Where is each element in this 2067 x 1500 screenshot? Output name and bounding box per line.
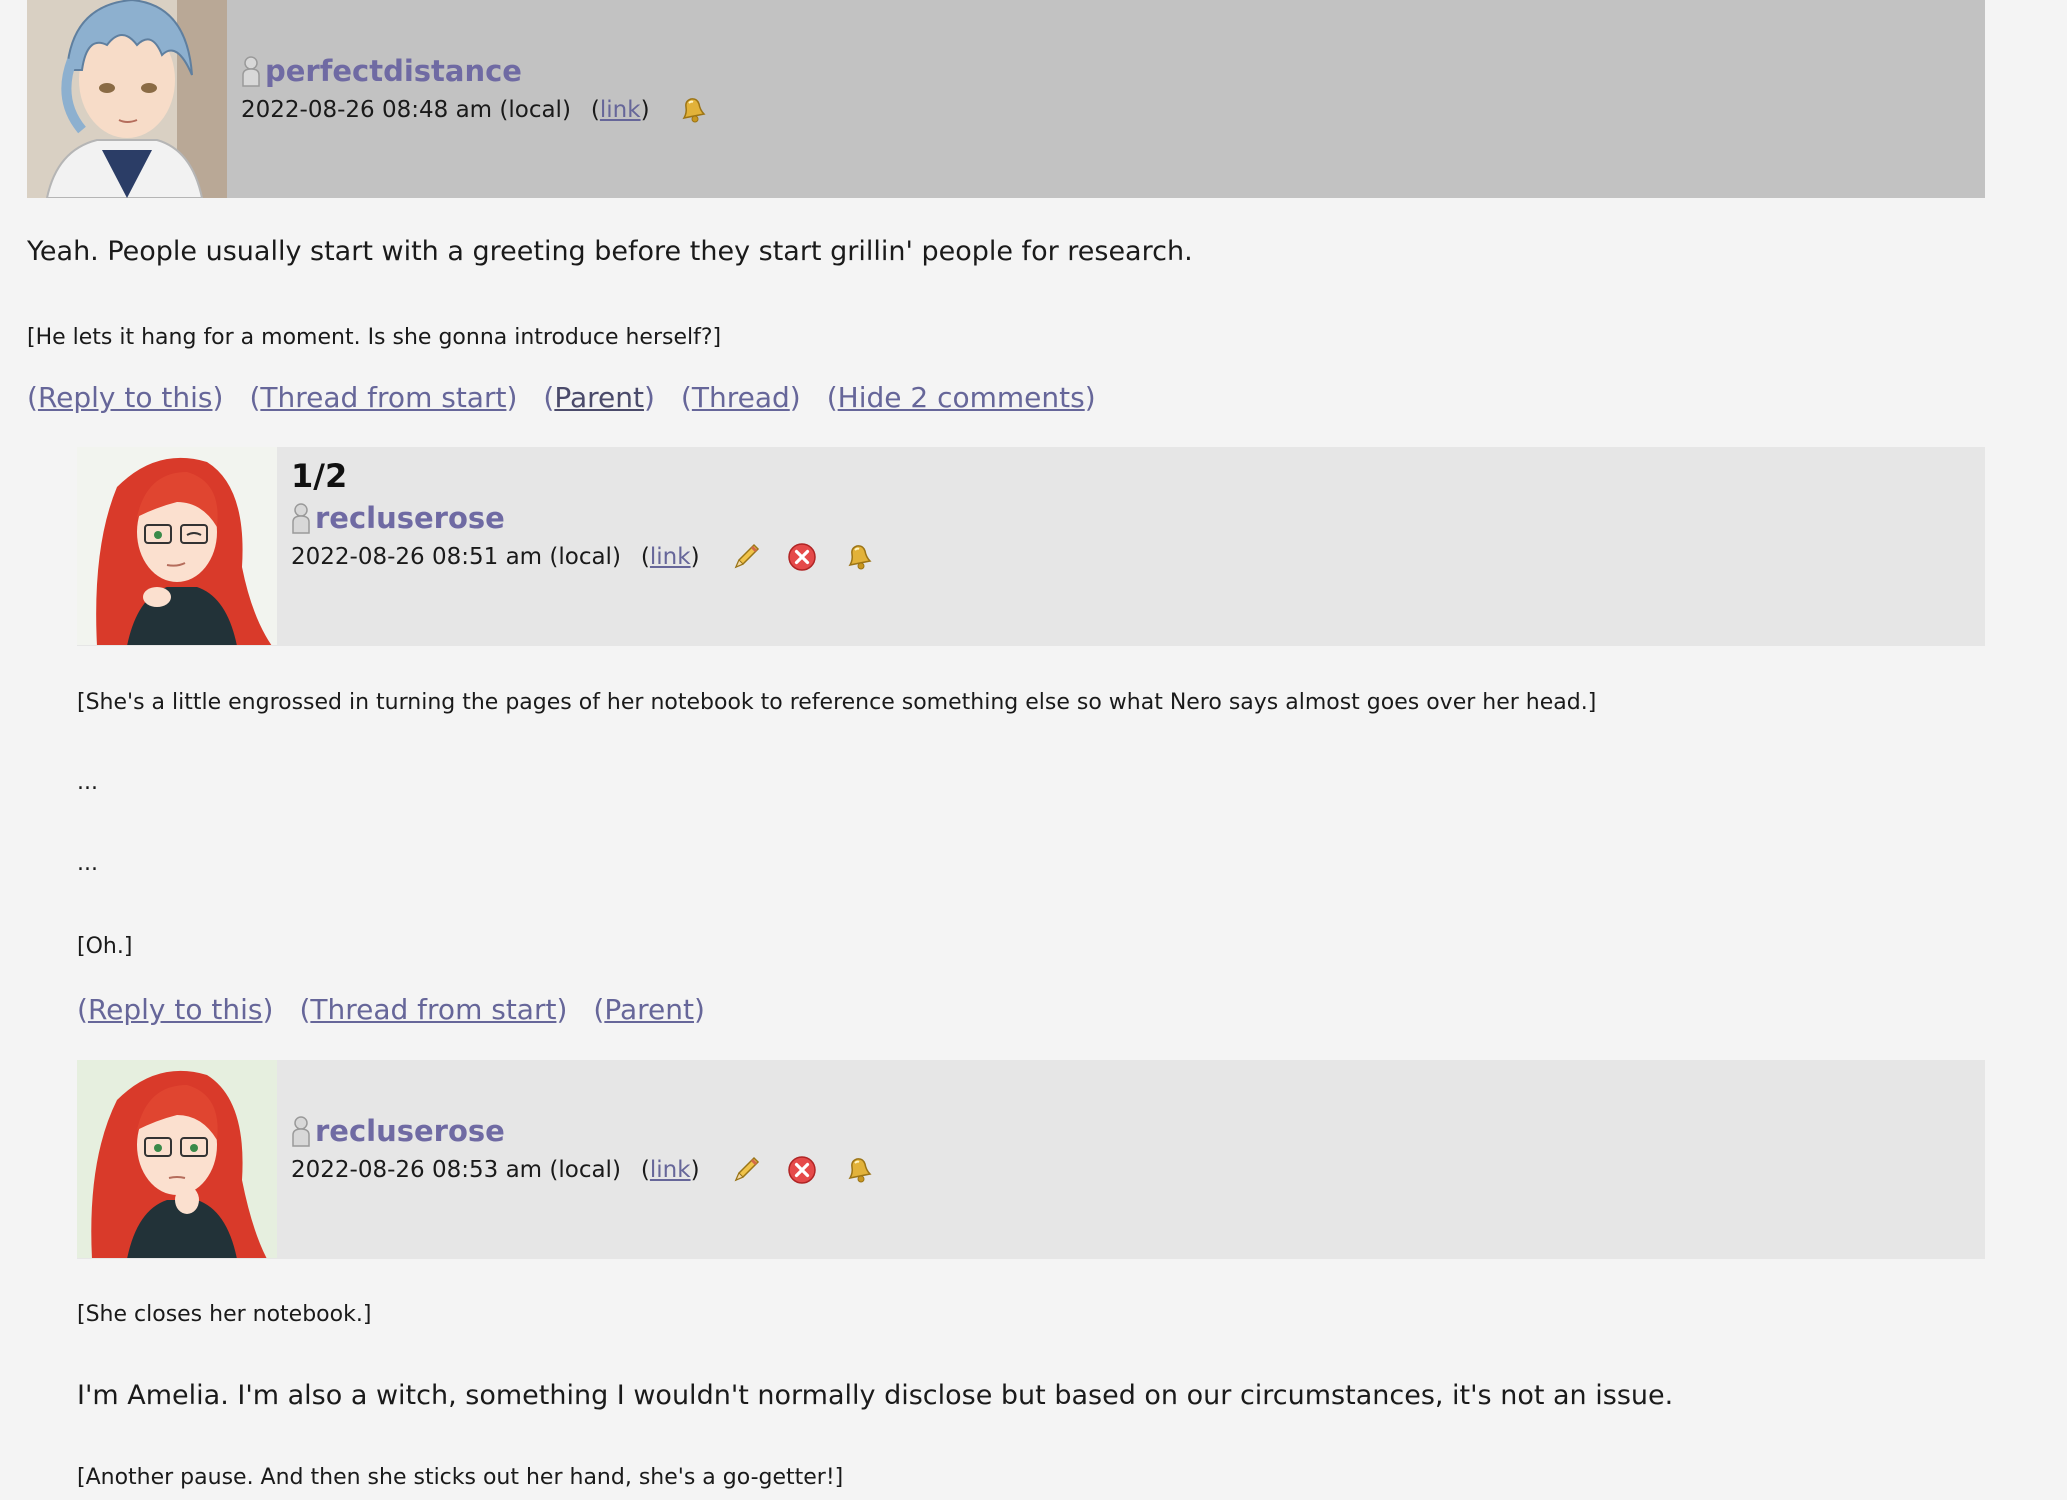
thread-action: (Thread) [680, 381, 801, 414]
date-row: 2022-08-26 08:53 am (local) (link) [291, 1154, 876, 1186]
hide-comments-action: (Hide 2 comments) [826, 381, 1096, 414]
comment-paragraph: [She closes her notebook.] [77, 1302, 372, 1327]
avatar[interactable] [77, 447, 277, 645]
permalink-wrapper: (link) [590, 97, 650, 123]
permalink[interactable]: link [650, 1157, 691, 1183]
bell-icon[interactable] [844, 1154, 876, 1186]
comment-paragraph: ... [77, 770, 98, 795]
thread-from-start-action: (Thread from start) [299, 993, 568, 1026]
username-link[interactable]: perfectdistance [265, 54, 522, 88]
permalink[interactable]: link [650, 544, 691, 570]
username-link[interactable]: recluserose [315, 501, 505, 535]
avatar-image [77, 1060, 277, 1258]
comment-paragraph: [She's a little engrossed in turning the… [77, 690, 1597, 715]
pencil-icon[interactable] [730, 541, 762, 573]
reply-action: (Reply to this) [77, 993, 274, 1026]
user-row: recluserose [291, 1114, 505, 1148]
user-icon [291, 1115, 311, 1147]
comment-meta: perfectdistance 2022-08-26 08:48 am (loc… [227, 0, 1985, 198]
delete-icon[interactable] [786, 1154, 818, 1186]
reply-link[interactable]: Reply to this [88, 993, 263, 1026]
parent-link[interactable]: Parent [604, 993, 694, 1026]
avatar-image [77, 447, 277, 645]
bell-icon[interactable] [678, 94, 710, 126]
date-row: 2022-08-26 08:48 am (local) (link) [241, 94, 710, 126]
avatar[interactable] [27, 0, 227, 198]
comment-paragraph: [Oh.] [77, 934, 133, 959]
thread-from-start-link[interactable]: Thread from start [260, 381, 506, 414]
comment-actions: (Reply to this) (Thread from start) (Par… [27, 381, 1122, 414]
delete-icon[interactable] [786, 541, 818, 573]
comment-subject: 1/2 [291, 457, 348, 495]
reply-link[interactable]: Reply to this [38, 381, 213, 414]
username-link[interactable]: recluserose [315, 1114, 505, 1148]
comment-header: recluserose 2022-08-26 08:53 am (local) … [77, 1060, 1985, 1259]
user-row: recluserose [291, 501, 505, 535]
thread-from-start-action: (Thread from start) [249, 381, 518, 414]
user-row: perfectdistance [241, 54, 522, 88]
user-icon [241, 55, 261, 87]
comment-meta: recluserose 2022-08-26 08:53 am (local) … [277, 1060, 1985, 1259]
comment-meta: 1/2 recluserose 2022-08-26 08:51 am (loc… [277, 447, 1985, 646]
comment-paragraph: Yeah. People usually start with a greeti… [27, 236, 1193, 267]
user-icon [291, 502, 311, 534]
hide-comments-link[interactable]: Hide 2 comments [838, 381, 1085, 414]
parent-action: (Parent) [543, 381, 655, 414]
comment-date: 2022-08-26 08:48 am (local) [241, 97, 571, 123]
reply-action: (Reply to this) [27, 381, 224, 414]
parent-action: (Parent) [593, 993, 705, 1026]
comment-actions: (Reply to this) (Thread from start) (Par… [77, 993, 731, 1026]
comment-paragraph: I'm Amelia. I'm also a witch, something … [77, 1380, 1674, 1411]
pencil-icon[interactable] [730, 1154, 762, 1186]
date-row: 2022-08-26 08:51 am (local) (link) [291, 541, 876, 573]
comment-header: perfectdistance 2022-08-26 08:48 am (loc… [27, 0, 1985, 198]
comment-date: 2022-08-26 08:51 am (local) [291, 544, 621, 570]
comment-header: 1/2 recluserose 2022-08-26 08:51 am (loc… [77, 447, 1985, 646]
permalink[interactable]: link [600, 97, 641, 123]
thread-from-start-link[interactable]: Thread from start [310, 993, 556, 1026]
permalink-wrapper: (link) [640, 544, 700, 570]
comment-paragraph: [He lets it hang for a moment. Is she go… [27, 325, 722, 350]
avatar-image [27, 0, 227, 198]
parent-link[interactable]: Parent [554, 381, 644, 414]
comment-paragraph: [Another pause. And then she sticks out … [77, 1465, 844, 1490]
comment-paragraph: ... [77, 851, 98, 876]
comment-date: 2022-08-26 08:53 am (local) [291, 1157, 621, 1183]
permalink-wrapper: (link) [640, 1157, 700, 1183]
bell-icon[interactable] [844, 541, 876, 573]
thread-link[interactable]: Thread [692, 381, 790, 414]
avatar[interactable] [77, 1060, 277, 1258]
